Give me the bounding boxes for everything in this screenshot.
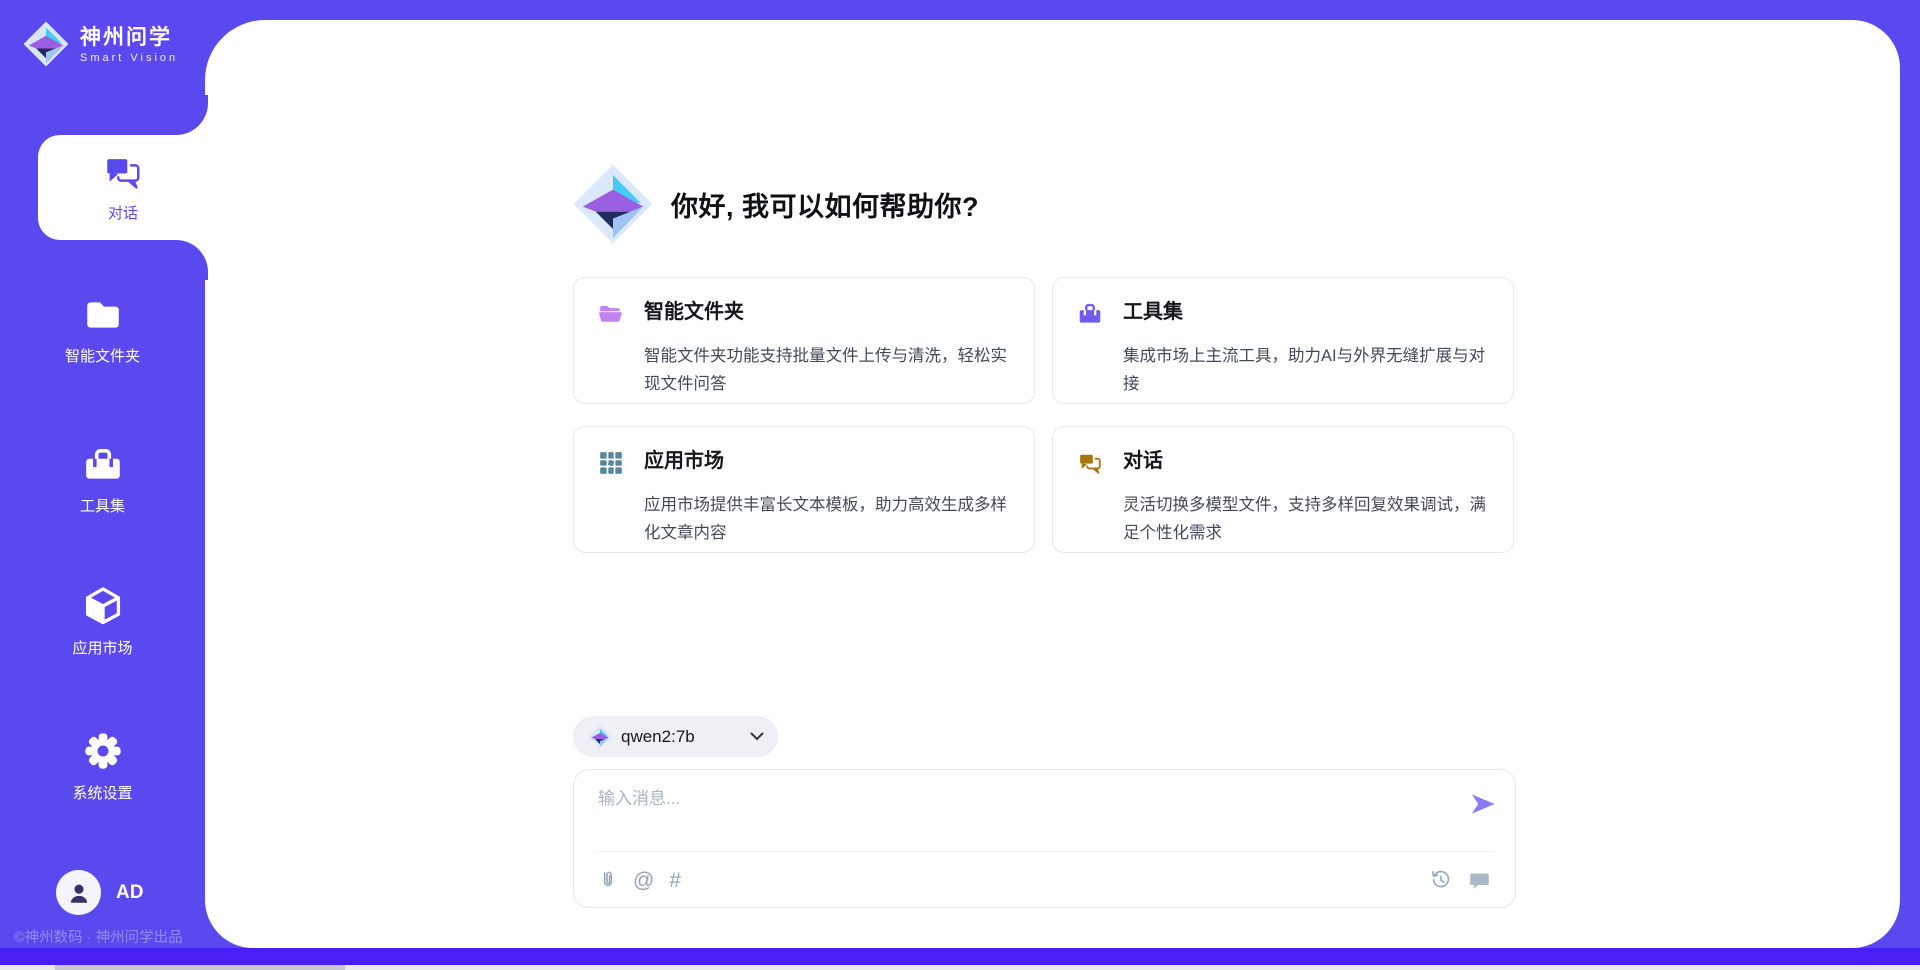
attach-file-button[interactable] bbox=[598, 869, 618, 891]
brand-logo: 神州问学 Smart Vision bbox=[22, 20, 178, 68]
user-profile[interactable]: AD bbox=[56, 870, 143, 915]
card-description: 智能文件夹功能支持批量文件上传与清洗，轻松实现文件问答 bbox=[644, 342, 1012, 403]
composer-left-tools: @ # bbox=[598, 869, 1430, 891]
copyright: ©神州数码 · 神州问学出品 bbox=[14, 926, 214, 947]
chat-icon bbox=[1077, 448, 1123, 486]
hash-button[interactable]: # bbox=[669, 870, 681, 891]
folder-open-icon bbox=[598, 299, 644, 337]
gear-icon bbox=[81, 729, 125, 773]
feedback-icon bbox=[1468, 869, 1491, 891]
brand-subtitle: Smart Vision bbox=[80, 52, 178, 64]
send-button[interactable] bbox=[1469, 790, 1497, 818]
card-description: 集成市场上主流工具，助力AI与外界无缝扩展与对接 bbox=[1123, 342, 1491, 403]
folder-icon bbox=[82, 294, 124, 336]
horizontal-scrollbar[interactable] bbox=[0, 965, 1920, 970]
sidebar-item-market[interactable]: 应用市场 bbox=[0, 584, 205, 658]
diamond-logo-icon bbox=[571, 162, 655, 246]
mention-button[interactable]: @ bbox=[633, 870, 654, 891]
user-name: AD bbox=[116, 882, 143, 904]
model-selector[interactable]: qwen2:7b bbox=[573, 716, 778, 757]
scrollbar-thumb[interactable] bbox=[55, 965, 345, 970]
sidebar-item-label: 工具集 bbox=[80, 495, 125, 516]
hash-icon: # bbox=[669, 870, 681, 891]
composer-right-tools bbox=[1430, 869, 1491, 891]
page-title: 你好, 我可以如何帮助你? bbox=[671, 185, 979, 224]
sidebar-item-label: 对话 bbox=[108, 202, 138, 223]
card-description: 应用市场提供丰富长文本模板，助力高效生成多样化文章内容 bbox=[644, 491, 1012, 552]
grid-icon bbox=[598, 448, 644, 486]
model-name: qwen2:7b bbox=[621, 727, 741, 747]
person-icon bbox=[66, 880, 92, 906]
toolbox-icon bbox=[82, 444, 124, 486]
card-title: 智能文件夹 bbox=[644, 299, 1012, 337]
brand-title: 神州问学 bbox=[80, 25, 178, 51]
card-toolset[interactable]: 工具集 集成市场上主流工具，助力AI与外界无缝扩展与对接 bbox=[1052, 277, 1514, 404]
app-stage: 神州问学 Smart Vision 对话 智能文件夹 工具集 bbox=[0, 0, 1920, 970]
card-app-market[interactable]: 应用市场 应用市场提供丰富长文本模板，助力高效生成多样化文章内容 bbox=[573, 426, 1035, 553]
card-title: 工具集 bbox=[1123, 299, 1491, 337]
message-composer: @ # bbox=[573, 769, 1516, 908]
avatar bbox=[56, 870, 101, 915]
sidebar-item-label: 应用市场 bbox=[72, 637, 132, 658]
card-chat[interactable]: 对话 灵活切换多模型文件，支持多样回复效果调试，满足个性化需求 bbox=[1052, 426, 1514, 553]
sidebar-item-settings[interactable]: 系统设置 bbox=[0, 729, 205, 803]
mention-icon: @ bbox=[633, 870, 654, 891]
feature-cards: 智能文件夹 智能文件夹功能支持批量文件上传与清洗，轻松实现文件问答 工具集 集成… bbox=[573, 277, 1518, 553]
diamond-logo-icon bbox=[588, 725, 612, 749]
toolbox-icon bbox=[1077, 299, 1123, 337]
sidebar-item-folders[interactable]: 智能文件夹 bbox=[0, 294, 205, 366]
send-icon bbox=[1469, 790, 1497, 818]
composer-toolbar: @ # bbox=[598, 863, 1491, 897]
sidebar-item-label: 系统设置 bbox=[72, 782, 132, 803]
card-smart-folder[interactable]: 智能文件夹 智能文件夹功能支持批量文件上传与清洗，轻松实现文件问答 bbox=[573, 277, 1035, 404]
history-icon bbox=[1430, 869, 1452, 891]
cube-icon bbox=[81, 584, 125, 628]
message-input[interactable] bbox=[598, 784, 1448, 846]
sidebar-item-chat[interactable]: 对话 bbox=[38, 135, 208, 240]
sidebar-item-tools[interactable]: 工具集 bbox=[0, 444, 205, 516]
card-title: 应用市场 bbox=[644, 448, 1012, 486]
chevron-down-icon bbox=[750, 732, 764, 741]
composer-divider bbox=[596, 851, 1493, 852]
sidebar-item-label: 智能文件夹 bbox=[65, 345, 140, 366]
card-title: 对话 bbox=[1123, 448, 1491, 486]
chat-icon bbox=[102, 152, 144, 194]
attachment-icon bbox=[598, 869, 618, 891]
diamond-logo-icon bbox=[22, 20, 70, 68]
feedback-button[interactable] bbox=[1468, 869, 1491, 891]
history-button[interactable] bbox=[1430, 869, 1452, 891]
card-description: 灵活切换多模型文件，支持多样回复效果调试，满足个性化需求 bbox=[1123, 491, 1491, 552]
greeting: 你好, 我可以如何帮助你? bbox=[571, 162, 979, 246]
